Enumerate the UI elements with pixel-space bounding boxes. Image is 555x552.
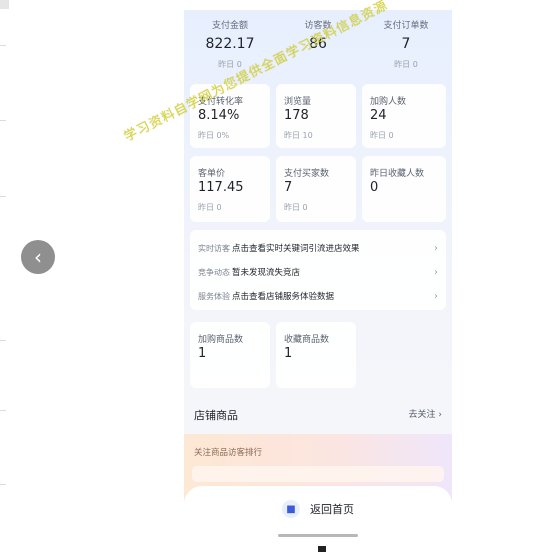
corner-mark — [0, 0, 9, 9]
metric-value: 178 — [284, 108, 309, 123]
metric-label: 收藏商品数 — [284, 335, 330, 345]
stat-yesterday: 昨日 0 — [394, 60, 418, 69]
insight-text: 点击查看实时关键词引流进店效果 — [232, 244, 360, 254]
insight-realtime-visitors[interactable]: 实时访客 点击查看实时关键词引流进店效果 › — [198, 239, 438, 257]
chevron-right-icon: › — [434, 290, 438, 302]
metric-value: 1 — [284, 346, 293, 361]
metric-label: 客单价 — [198, 169, 226, 179]
chevron-left-icon: ‹ — [34, 245, 42, 269]
stat-label: 支付订单数 — [383, 21, 429, 31]
metric-value: 7 — [284, 180, 293, 195]
ranking-placeholder — [192, 466, 444, 482]
stat-orders[interactable]: 支付订单数 7 昨日 0 — [362, 18, 450, 70]
metric-value: 1 — [198, 346, 207, 361]
section-title: 店铺商品 — [194, 409, 238, 422]
stat-label: 支付金额 — [211, 21, 248, 31]
insight-tag: 实时访客 — [198, 243, 230, 253]
insight-text: 点击查看店铺服务体验数据 — [232, 292, 335, 302]
insight-tag: 竞争动态 — [198, 267, 230, 277]
stat-label: 访客数 — [304, 21, 332, 31]
metric-yesterday: 昨日 10 — [284, 131, 313, 140]
cursor-mark — [318, 546, 326, 552]
ruler-mark — [0, 196, 6, 197]
ruler-mark — [0, 120, 6, 121]
insight-service-experience[interactable]: 服务体验 点击查看店铺服务体验数据 › — [198, 287, 438, 305]
metric-paying-buyers[interactable]: 支付买家数 7 昨日 0 — [276, 156, 356, 222]
metric-added-goods[interactable]: 加购商品数 1 — [190, 322, 270, 388]
ranking-title: 关注商品访客排行 — [194, 448, 263, 458]
metric-yesterday: 昨日 0 — [198, 203, 222, 212]
metric-label: 浏览量 — [284, 97, 312, 107]
top-stats: 支付金额 822.17 昨日 0 访客数 86 支付订单数 7 昨日 0 — [184, 10, 452, 78]
insight-tag: 服务体验 — [198, 291, 230, 301]
back-button[interactable]: ‹ — [21, 240, 55, 274]
metric-label: 加购商品数 — [198, 335, 244, 345]
follow-link[interactable]: 去关注 › — [409, 407, 442, 420]
metric-add-cart-users[interactable]: 加购人数 24 昨日 0 — [362, 84, 446, 148]
stat-pay-amount[interactable]: 支付金额 822.17 昨日 0 — [186, 18, 274, 70]
metric-yesterday: 昨日 0 — [370, 131, 394, 140]
stat-yesterday: 昨日 0 — [218, 60, 242, 69]
phone-screen: 支付金额 822.17 昨日 0 访客数 86 支付订单数 7 昨日 0 支付转… — [184, 10, 452, 542]
metric-page-views[interactable]: 浏览量 178 昨日 10 — [276, 84, 356, 148]
chevron-right-icon: › — [434, 242, 438, 254]
metric-label: 加购人数 — [370, 97, 407, 107]
stat-visitors[interactable]: 访客数 86 — [274, 18, 362, 59]
metric-label: 支付转化率 — [198, 97, 244, 107]
stat-value: 822.17 — [205, 36, 255, 52]
metric-value: 24 — [370, 108, 387, 123]
metric-value: 0 — [370, 180, 379, 195]
insight-competition[interactable]: 竞争动态 暂未发现流失竞店 › — [198, 263, 438, 281]
ruler-mark — [0, 340, 6, 341]
metric-favorited-goods[interactable]: 收藏商品数 1 — [276, 322, 356, 388]
metric-yesterday-favorites[interactable]: 昨日收藏人数 0 — [362, 156, 446, 222]
ruler-mark — [0, 484, 6, 485]
ruler-mark — [0, 410, 6, 411]
back-home-button[interactable]: ■ 返回首页 — [282, 500, 354, 518]
metric-label: 支付买家数 — [284, 169, 330, 179]
metric-yesterday: 昨日 0 — [284, 203, 308, 212]
back-home-label: 返回首页 — [310, 503, 354, 516]
home-icon: ■ — [282, 500, 300, 518]
ruler-mark — [0, 45, 6, 46]
stat-value: 86 — [309, 36, 327, 52]
insight-text: 暂未发现流失竞店 — [232, 268, 301, 278]
metric-value: 8.14% — [198, 108, 240, 123]
metric-conversion-rate[interactable]: 支付转化率 8.14% 昨日 0% — [190, 84, 270, 148]
metric-yesterday: 昨日 0% — [198, 131, 230, 140]
metric-avg-order-value[interactable]: 客单价 117.45 昨日 0 — [190, 156, 270, 222]
chevron-right-icon: › — [434, 266, 438, 278]
metric-label: 昨日收藏人数 — [370, 169, 425, 179]
home-indicator — [278, 534, 358, 537]
metric-value: 117.45 — [198, 180, 244, 195]
stat-value: 7 — [401, 36, 411, 52]
insights-panel: 实时访客 点击查看实时关键词引流进店效果 › 竞争动态 暂未发现流失竞店 › 服… — [190, 230, 446, 310]
